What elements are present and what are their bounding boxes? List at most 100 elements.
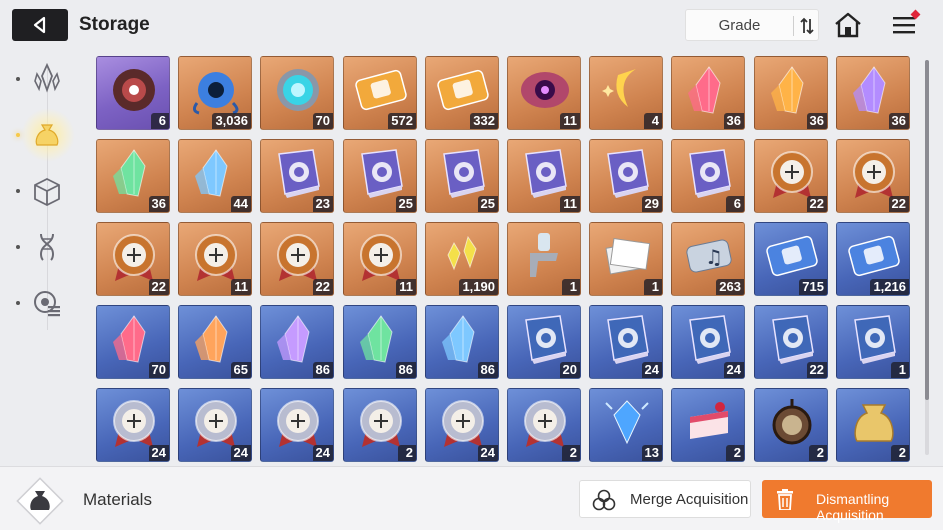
item-quantity: 36 xyxy=(148,196,169,212)
item-slot-paper-stack[interactable]: 1 xyxy=(589,222,663,296)
cake-slice-icon xyxy=(690,402,728,439)
category-label: Materials xyxy=(83,490,152,509)
medal-sword-icon xyxy=(771,151,813,198)
item-slot-shard-orange[interactable]: 65 xyxy=(178,305,252,379)
item-quantity: 11 xyxy=(560,196,580,212)
pouch-icon xyxy=(35,124,59,146)
tome-shield-icon xyxy=(607,315,649,364)
item-slot-silver-medal-shield[interactable]: 24 xyxy=(178,388,252,462)
silver-medal-eye-icon xyxy=(277,400,319,447)
item-slot-silver-medal-eye[interactable]: 24 xyxy=(260,388,334,462)
item-slot-cake-slice[interactable]: 2 xyxy=(671,388,745,462)
medal-cross-icon xyxy=(277,234,319,281)
item-slot-silver-medal-blades[interactable]: 2 xyxy=(343,388,417,462)
shard-orange-icon xyxy=(195,315,228,363)
item-slot-tome-swords[interactable]: 20 xyxy=(507,305,581,379)
crystal-blue-icon xyxy=(195,149,228,197)
tome-eye-icon xyxy=(689,315,731,364)
item-quantity: 263 xyxy=(716,279,744,295)
item-slot-book-eye[interactable]: 25 xyxy=(425,139,499,213)
sort-order-icon[interactable] xyxy=(794,14,820,38)
crystal-green-icon xyxy=(113,149,146,197)
item-quantity: 22 xyxy=(148,279,169,295)
ticket-blue-portrait-icon xyxy=(766,235,818,277)
item-slot-ticket-portrait[interactable]: 572 xyxy=(343,56,417,130)
item-slot-crystal-violet[interactable]: 36 xyxy=(836,56,910,130)
item-slot-ticket-blue-star[interactable]: 1,216 xyxy=(836,222,910,296)
item-slot-silver-medal-rune[interactable]: 2 xyxy=(507,388,581,462)
sidebar-item-badges[interactable] xyxy=(27,283,67,323)
item-slot-medal-eye[interactable]: 22 xyxy=(96,222,170,296)
item-slot-shard-blue[interactable]: 86 xyxy=(425,305,499,379)
home-icon[interactable] xyxy=(831,9,865,41)
item-slot-medal-sword[interactable]: 22 xyxy=(754,139,828,213)
item-slot-tome-shield[interactable]: 24 xyxy=(589,305,663,379)
crystal-red-icon xyxy=(688,66,721,114)
footer-bar: Materials Merge Acquisition Dismantling … xyxy=(0,466,943,530)
item-slot-book-swords[interactable]: 23 xyxy=(260,139,334,213)
dismantling-acquisition-button[interactable]: Dismantling Acquisition xyxy=(762,480,932,523)
item-slot-moon-feather[interactable]: 4 xyxy=(589,56,663,130)
item-slot-spray-gun[interactable]: 1 xyxy=(507,222,581,296)
item-slot-gold-pouch[interactable]: 2 xyxy=(836,388,910,462)
item-slot-tome-eye[interactable]: 24 xyxy=(671,305,745,379)
item-slot-eye-flesh[interactable]: 11 xyxy=(507,56,581,130)
sidebar-item-materials[interactable] xyxy=(27,114,67,154)
item-quantity: 22 xyxy=(312,279,333,295)
item-slot-music-scroll[interactable]: ♫ 263 xyxy=(671,222,745,296)
item-slot-silver-medal-sword[interactable]: 24 xyxy=(96,388,170,462)
ticket-blue-star-icon xyxy=(848,235,900,277)
back-button[interactable] xyxy=(12,9,68,41)
item-slot-shard-red[interactable]: 70 xyxy=(96,305,170,379)
crystal-amber-icon xyxy=(771,66,804,114)
item-slot-crystal-blue[interactable]: 44 xyxy=(178,139,252,213)
item-slot-book-cross[interactable]: 29 xyxy=(589,139,663,213)
item-slot-crystal-green[interactable]: 36 xyxy=(96,139,170,213)
item-quantity: 2 xyxy=(398,445,416,461)
item-slot-book-shield[interactable]: 25 xyxy=(343,139,417,213)
item-slot-tome-rune[interactable]: 1 xyxy=(836,305,910,379)
item-slot-medal-cross[interactable]: 22 xyxy=(260,222,334,296)
item-slot-blue-gem[interactable]: 13 xyxy=(589,388,663,462)
silver-medal-sword-icon xyxy=(113,400,155,447)
item-slot-crystal-amber[interactable]: 36 xyxy=(754,56,828,130)
book-cross-icon xyxy=(607,149,649,198)
item-slot-tome-cross[interactable]: 22 xyxy=(754,305,828,379)
item-quantity: 24 xyxy=(230,445,251,461)
item-slot-pocket-watch[interactable]: 2 xyxy=(754,388,828,462)
item-quantity: 24 xyxy=(312,445,333,461)
item-quantity: 3,036 xyxy=(212,113,251,129)
item-slot-crystal-red[interactable]: 36 xyxy=(671,56,745,130)
silver-medal-rune-icon xyxy=(524,400,566,447)
item-slot-yellow-shards[interactable]: 1,190 xyxy=(425,222,499,296)
grid-scrollbar-thumb[interactable] xyxy=(925,60,929,400)
item-quantity: 11 xyxy=(560,113,580,129)
sidebar-dot xyxy=(16,245,20,249)
item-slot-book-rune[interactable]: 6 xyxy=(671,139,745,213)
item-slot-ticket-blue-portrait[interactable]: 715 xyxy=(754,222,828,296)
sidebar-item-crystal[interactable] xyxy=(27,58,67,98)
item-quantity: 25 xyxy=(477,196,498,212)
shard-red-icon xyxy=(113,315,146,363)
sidebar-item-dna[interactable] xyxy=(27,227,67,267)
crystal-violet-icon xyxy=(853,66,886,114)
item-slot-ticket-disc[interactable]: 332 xyxy=(425,56,499,130)
shard-purple-icon xyxy=(277,315,310,363)
menu-button[interactable] xyxy=(888,9,922,41)
item-quantity: 70 xyxy=(148,362,169,378)
item-slot-tentacle-eye[interactable]: 3,036 xyxy=(178,56,252,130)
item-quantity: 36 xyxy=(888,113,909,129)
item-slot-silver-medal-cross[interactable]: 24 xyxy=(425,388,499,462)
merge-acquisition-button[interactable]: Merge Acquisition xyxy=(579,480,751,518)
sort-grade-button[interactable]: Grade xyxy=(685,9,819,41)
item-slot-book-blades[interactable]: 11 xyxy=(507,139,581,213)
sidebar-item-cube[interactable] xyxy=(27,172,67,212)
item-quantity: 20 xyxy=(559,362,580,378)
item-slot-shard-purple[interactable]: 86 xyxy=(260,305,334,379)
item-slot-orb-device[interactable]: 70 xyxy=(260,56,334,130)
item-slot-medal-shield[interactable]: 22 xyxy=(836,139,910,213)
item-slot-medal-rune[interactable]: 11 xyxy=(343,222,417,296)
item-slot-mask-core[interactable]: 6 xyxy=(96,56,170,130)
item-slot-shard-green[interactable]: 86 xyxy=(343,305,417,379)
item-slot-medal-blades[interactable]: 11 xyxy=(178,222,252,296)
